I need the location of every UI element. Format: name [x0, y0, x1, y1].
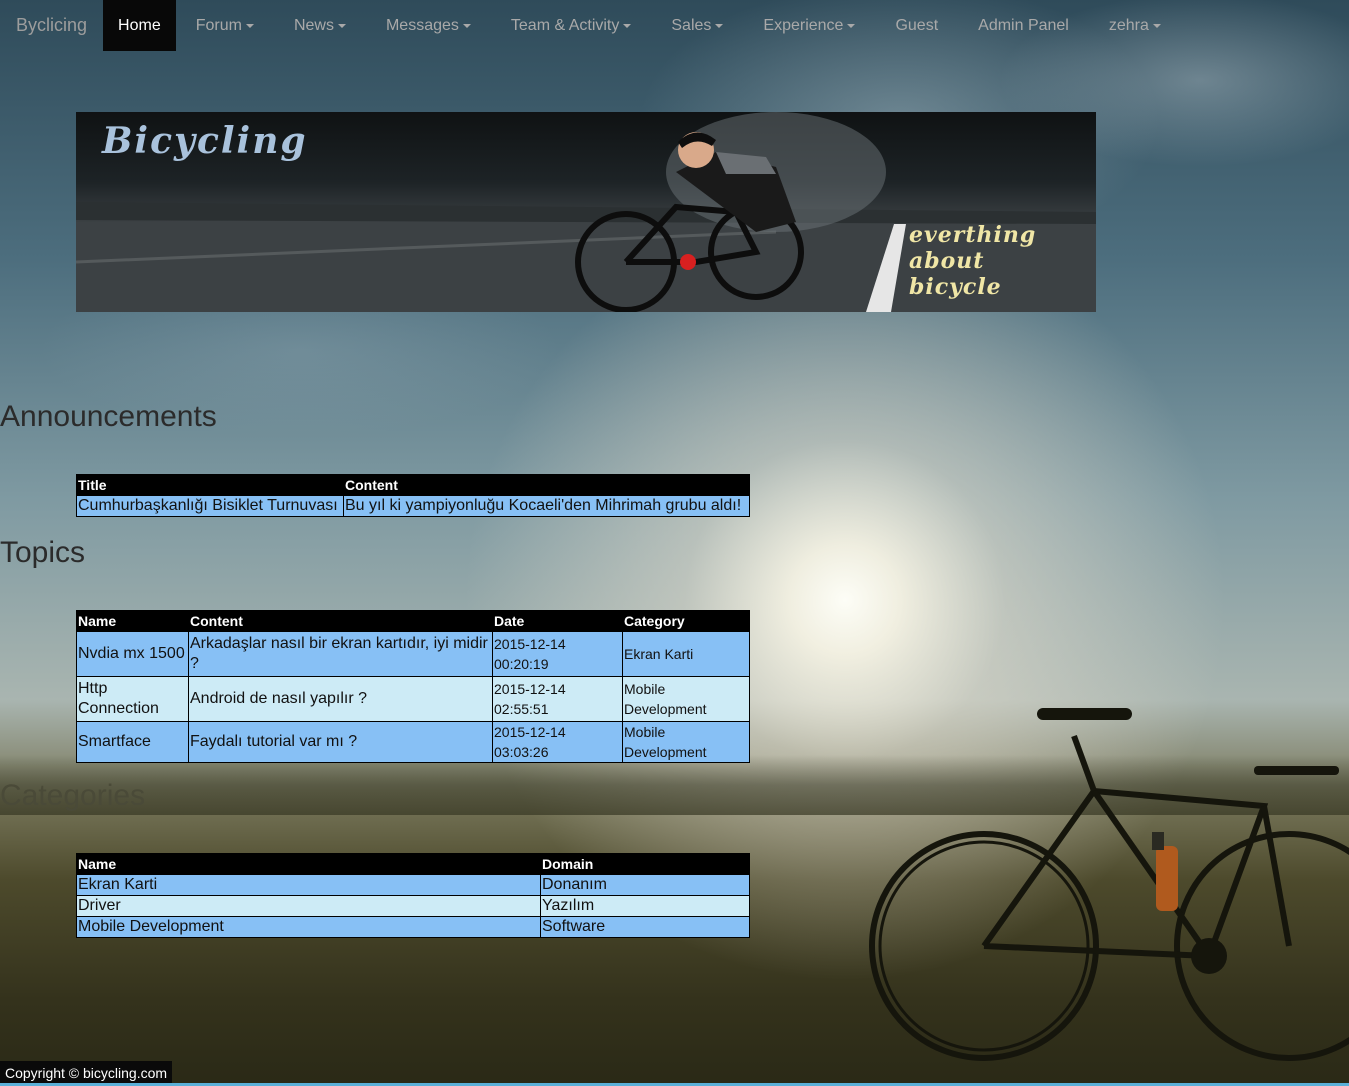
announcements-heading: Announcements	[0, 400, 217, 433]
caret-down-icon	[623, 23, 632, 28]
nav-admin-panel-label: Admin Panel	[978, 17, 1069, 34]
topic-category-cell: Mobile Development	[622, 676, 750, 722]
banner-title: Bicycling	[102, 120, 308, 162]
nav-sales-label: Sales	[671, 17, 712, 34]
nav-user-dropdown[interactable]: zehra	[1089, 0, 1181, 51]
category-domain-cell: Donanım	[540, 874, 750, 896]
column-header-content: Content	[188, 610, 493, 632]
nav-forum-label: Forum	[195, 17, 242, 34]
caret-down-icon	[337, 23, 346, 28]
nav-messages-dropdown[interactable]: Messages	[366, 0, 491, 51]
brand-link[interactable]: Byclicing	[0, 0, 103, 51]
nav-home[interactable]: Home	[103, 0, 176, 51]
nav-sales-dropdown[interactable]: Sales	[651, 0, 743, 51]
header-banner: Bicycling everthing about bicycle	[76, 112, 1096, 312]
banner-tagline-line: everthing	[909, 222, 1037, 248]
topics-table: Name Content Date Category Nvdia mx 1500…	[76, 610, 750, 763]
announcement-title-cell: Cumhurbaşkanlığı Bisiklet Turnuvası	[76, 495, 344, 517]
topic-category-cell: Ekran Karti	[622, 631, 750, 677]
topics-heading: Topics	[0, 536, 86, 569]
category-name-cell: Ekran Karti	[76, 874, 541, 896]
nav-team-activity-label: Team & Activity	[510, 17, 620, 34]
caret-down-icon	[847, 23, 856, 28]
column-header-category: Category	[622, 610, 750, 632]
topic-content-cell: Arkadaşlar nasıl bir ekran kartıdır, iyi…	[188, 631, 493, 677]
table-header-row: Title Content	[76, 474, 750, 496]
topic-date-cell: 2015-12-14 03:03:26	[492, 721, 623, 763]
caret-down-icon	[245, 23, 254, 28]
column-header-date: Date	[492, 610, 623, 632]
categories-table: Name Domain Ekran Karti Donanım Driver Y…	[76, 853, 750, 938]
table-row[interactable]: Driver Yazılım	[76, 895, 750, 917]
topic-category-cell: Mobile Development	[622, 721, 750, 763]
topic-name-cell: Nvdia mx 1500	[76, 631, 189, 677]
column-header-name: Name	[76, 610, 189, 632]
nav-forum-dropdown[interactable]: Forum	[176, 0, 274, 51]
announcement-content-cell: Bu yıl ki yampiyonluğu Kocaeli'den Mihri…	[343, 495, 750, 517]
categories-heading: Categories	[0, 779, 146, 812]
nav-experience-label: Experience	[763, 17, 844, 34]
topic-content-cell: Faydalı tutorial var mı ?	[188, 721, 493, 763]
nav-messages-label: Messages	[385, 17, 459, 34]
caret-down-icon	[462, 23, 471, 28]
table-row[interactable]: Mobile Development Software	[76, 916, 750, 938]
topic-date-cell: 2015-12-14 02:55:51	[492, 676, 623, 722]
table-row[interactable]: Cumhurbaşkanlığı Bisiklet Turnuvası Bu y…	[76, 495, 750, 517]
column-header-name: Name	[76, 853, 541, 875]
column-header-domain: Domain	[540, 853, 750, 875]
nav-user-label: zehra	[1108, 17, 1149, 34]
nav-news-label: News	[293, 17, 334, 34]
topic-name-cell: Http Connection	[76, 676, 189, 722]
nav-guest[interactable]: Guest	[875, 0, 958, 51]
column-header-title: Title	[76, 474, 344, 496]
table-header-row: Name Domain	[76, 853, 750, 875]
column-header-content: Content	[343, 474, 750, 496]
table-row[interactable]: Smartface Faydalı tutorial var mı ? 2015…	[76, 721, 750, 763]
nav-news-dropdown[interactable]: News	[274, 0, 366, 51]
banner-tagline: everthing about bicycle	[909, 222, 1094, 300]
banner-tagline-line: bicycle	[909, 274, 1002, 300]
banner-tagline-line: about	[909, 248, 985, 274]
category-name-cell: Mobile Development	[76, 916, 541, 938]
nav-team-activity-dropdown[interactable]: Team & Activity	[491, 0, 651, 51]
nav-admin-panel[interactable]: Admin Panel	[958, 0, 1089, 51]
caret-down-icon	[715, 23, 724, 28]
nav-home-label: Home	[118, 17, 161, 34]
table-header-row: Name Content Date Category	[76, 610, 750, 632]
table-row[interactable]: Ekran Karti Donanım	[76, 874, 750, 896]
nav-guest-label: Guest	[895, 17, 939, 34]
bicycle-silhouette-image	[869, 708, 1349, 1061]
topic-content-cell: Android de nasıl yapılır ?	[188, 676, 493, 722]
category-domain-cell: Yazılım	[540, 895, 750, 917]
table-row[interactable]: Nvdia mx 1500 Arkadaşlar nasıl bir ekran…	[76, 631, 750, 677]
topic-date-cell: 2015-12-14 00:20:19	[492, 631, 623, 677]
category-name-cell: Driver	[76, 895, 541, 917]
topic-name-cell: Smartface	[76, 721, 189, 763]
nav-experience-dropdown[interactable]: Experience	[743, 0, 875, 51]
top-navbar: Byclicing Home Forum News Messages Team …	[0, 0, 1349, 51]
category-domain-cell: Software	[540, 916, 750, 938]
caret-down-icon	[1152, 23, 1161, 28]
announcements-table: Title Content Cumhurbaşkanlığı Bisiklet …	[76, 474, 750, 517]
table-row[interactable]: Http Connection Android de nasıl yapılır…	[76, 676, 750, 722]
